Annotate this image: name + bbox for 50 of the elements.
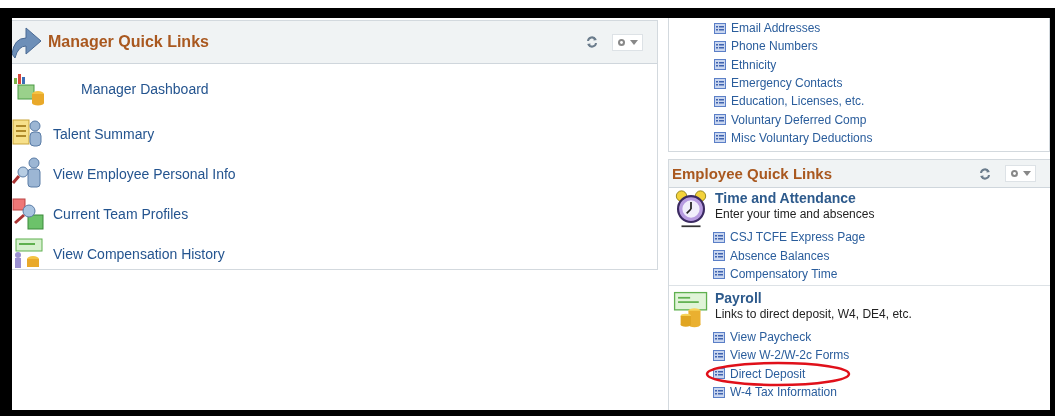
list-icon [714,40,726,52]
gear-icon [617,37,626,47]
list-icon [713,386,725,398]
gear-icon [1010,169,1019,179]
group-description: Links to direct deposit, W4, DE4, etc. [715,306,912,321]
list-icon [714,132,726,144]
list-icon [714,59,726,71]
list-icon [713,250,725,261]
refresh-icon[interactable] [979,167,991,180]
list-icon [714,114,726,126]
page-link[interactable]: Ethnicity [731,57,777,72]
list-icon [713,368,725,380]
page-link[interactable]: View Paycheck [730,330,812,345]
list-icon [714,95,726,107]
caret-icon [630,39,638,45]
quick-link[interactable]: Current Team Profiles [53,206,189,222]
page-link[interactable]: View W-2/W-2c Forms [730,348,850,363]
list-icon [713,231,725,243]
quick-link[interactable]: View Compensation History [53,246,225,262]
group-description: Enter your time and absences [715,207,875,222]
panel-title: Employee Quick Links [672,165,834,183]
group-title-link[interactable]: Time and Attendance [715,190,875,207]
page-link[interactable]: CSJ TCFE Express Page [730,230,866,245]
page-link[interactable]: Voluntary Deferred Comp [731,112,867,127]
page-link[interactable]: Emergency Contacts [731,76,843,91]
list-icon [713,349,725,361]
group-title-link[interactable]: Payroll [715,289,912,306]
team-search-icon [12,197,46,231]
page-link[interactable]: Email Addresses [731,21,821,36]
list-icon [714,77,726,89]
curved-arrow-icon [12,24,42,60]
refresh-icon[interactable] [586,36,598,48]
quick-link[interactable]: Talent Summary [53,126,155,142]
list-icon [714,22,726,34]
dashboard-chart-icon [12,72,46,106]
page-link[interactable]: Misc Voluntary Deductions [731,130,873,145]
settings-menu-button[interactable] [1005,165,1036,183]
list-icon [713,268,725,280]
list-icon [713,331,725,343]
page-link[interactable]: Phone Numbers [731,39,818,54]
compensation-icon [12,237,46,271]
page-link[interactable]: Absence Balances [730,248,830,263]
quick-link[interactable]: View Employee Personal Info [53,166,236,182]
panel-title: Manager Quick Links [48,33,210,51]
page-link[interactable]: Compensatory Time [730,266,838,281]
settings-menu-button[interactable] [612,33,643,51]
caret-icon [1023,171,1031,177]
page-link[interactable]: W-4 Tax Information [730,385,837,399]
quick-link[interactable]: Manager Dashboard [81,81,209,97]
page-link[interactable]: Education, Licenses, etc. [731,94,865,109]
